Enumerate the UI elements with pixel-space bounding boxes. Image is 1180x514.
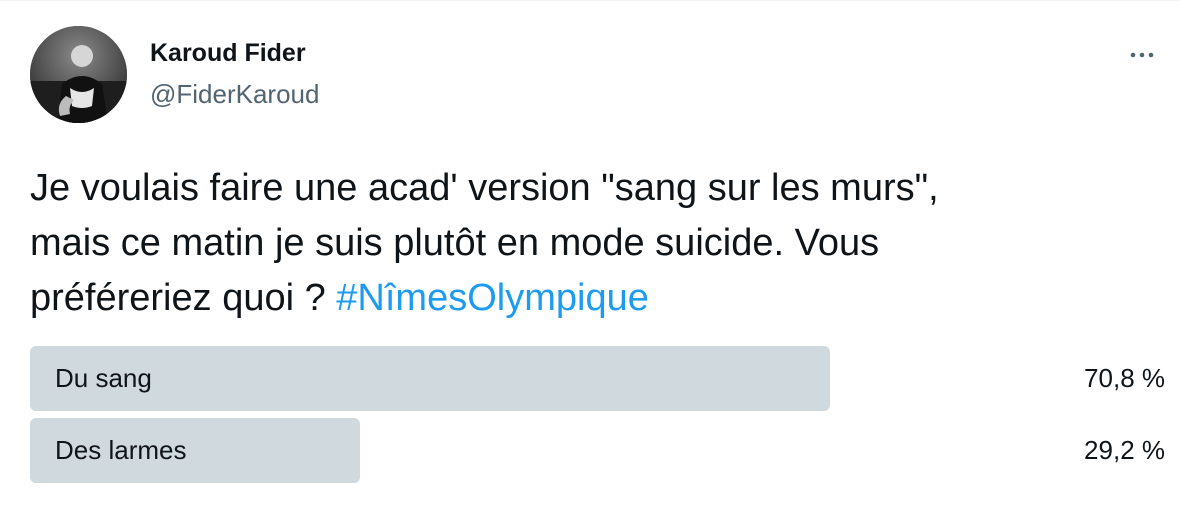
tweet-text-line: préféreriez quoi ? #NîmesOlympique xyxy=(30,271,1150,326)
poll-option: Du sang 70,8 % xyxy=(30,346,1165,411)
avatar-photo xyxy=(30,26,127,123)
tweet-text-line: Je voulais faire une acad' version "sang… xyxy=(30,167,939,209)
tweet-text: Je voulais faire une acad' version "sang… xyxy=(30,161,1150,326)
poll-option-percent: 29,2 % xyxy=(1084,435,1165,465)
author-handle[interactable]: @FiderKaroud xyxy=(150,79,319,110)
poll-option-percent: 70,8 % xyxy=(1084,363,1165,393)
poll-option-label: Des larmes xyxy=(55,435,187,465)
author-display-name[interactable]: Karoud Fider xyxy=(150,39,306,68)
tweet-text-fragment: préféreriez quoi ? xyxy=(30,277,337,319)
poll-option: Des larmes 29,2 % xyxy=(30,418,1165,483)
more-horizontal-icon xyxy=(1130,52,1154,58)
more-options-button[interactable] xyxy=(1122,35,1162,75)
hashtag-link[interactable]: #NîmesOlympique xyxy=(336,277,649,319)
tweet-text-line: mais ce matin je suis plutôt en mode sui… xyxy=(30,222,880,264)
avatar[interactable] xyxy=(30,26,127,123)
tweet-card: Karoud Fider @FiderKaroud Je voulais fai… xyxy=(0,0,1180,514)
poll-option-label: Du sang xyxy=(55,363,152,393)
